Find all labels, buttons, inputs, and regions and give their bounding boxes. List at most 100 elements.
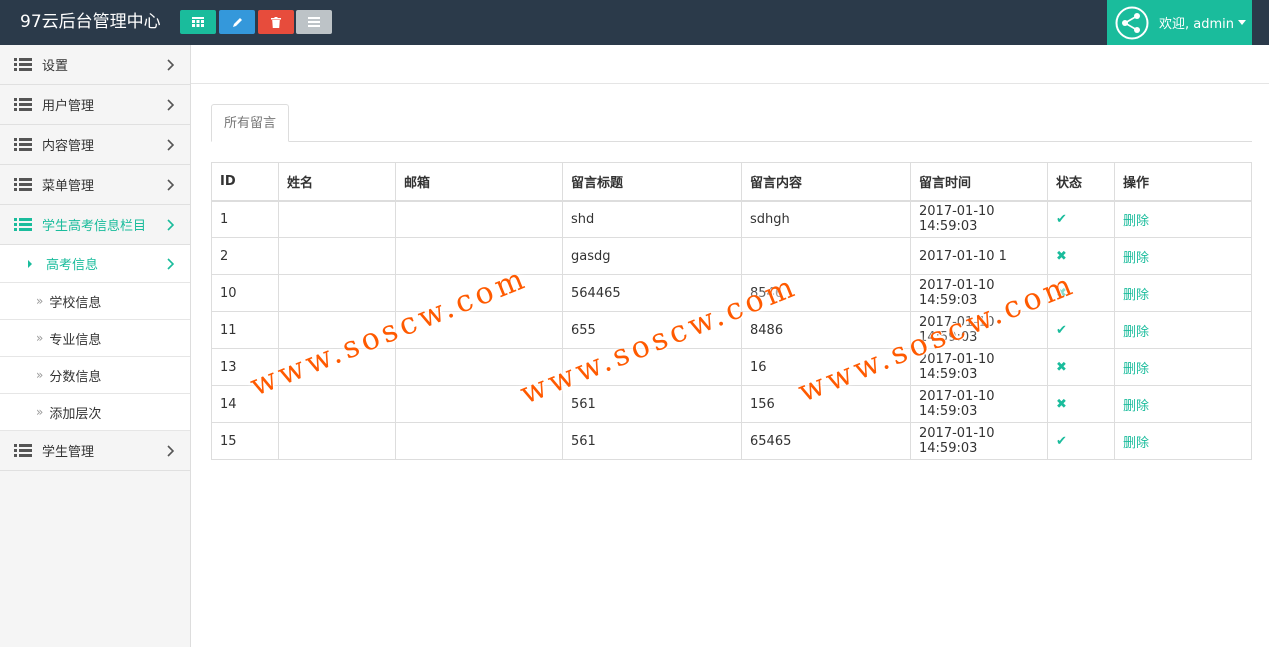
check-icon: ✔ <box>1056 433 1067 449</box>
delete-link[interactable]: 删除 <box>1114 200 1252 238</box>
sidebar-item-students[interactable]: 学生管理 <box>0 431 190 471</box>
cell-name <box>278 348 396 386</box>
cell-name <box>278 237 396 275</box>
sidebar-item-settings[interactable]: 设置 <box>0 45 190 85</box>
cell-content: 8546 <box>741 274 911 312</box>
cell-status: ✔ <box>1047 311 1115 349</box>
toolbar-table-button[interactable] <box>180 10 216 34</box>
cell-title: gasdg <box>562 237 742 275</box>
cell-id: 10 <box>211 274 279 312</box>
cell-name <box>278 274 396 312</box>
double-chevron-icon: » <box>36 405 44 419</box>
column-header: 留言时间 <box>910 162 1048 202</box>
cell-name <box>278 385 396 423</box>
sidebar-subitem-label: 高考信息 <box>46 258 99 273</box>
delete-link[interactable]: 删除 <box>1114 311 1252 349</box>
delete-link[interactable]: 删除 <box>1114 348 1252 386</box>
delete-link[interactable]: 删除 <box>1114 274 1252 312</box>
list-icon <box>308 17 320 27</box>
table-header-row: ID 姓名 邮箱 留言标题 留言内容 留言时间 状态 操作 <box>211 162 1252 202</box>
sidebar-item-content[interactable]: 内容管理 <box>0 125 190 165</box>
toolbar-edit-button[interactable] <box>219 10 255 34</box>
cell-id: 1 <box>211 200 279 238</box>
cell-id: 2 <box>211 237 279 275</box>
cell-email <box>395 311 563 349</box>
sidebar-subitem-major[interactable]: » 专业信息 <box>0 320 190 357</box>
cell-status: ✔ <box>1047 200 1115 238</box>
trash-icon <box>271 16 281 28</box>
cell-email <box>395 385 563 423</box>
chevron-right-icon <box>167 59 174 71</box>
sidebar: 设置 用户管理 内容管理 菜单管理 学生高考信息栏目 高考信息 » 学校信息 »… <box>0 45 191 647</box>
sidebar-subitem-label: 添加层次 <box>49 406 102 422</box>
chevron-right-icon <box>167 179 174 191</box>
table-row: 13 16 2017-01-10 14:59:03 ✖ 删除 <box>211 348 1252 386</box>
column-header: 留言标题 <box>562 162 742 202</box>
cell-content: 16 <box>741 348 911 386</box>
cell-title: 561 <box>562 422 742 460</box>
check-icon: ✔ <box>1056 211 1067 227</box>
cell-email <box>395 422 563 460</box>
table-row: 14 561 156 2017-01-10 14:59:03 ✖ 删除 <box>211 385 1252 423</box>
sidebar-item-users[interactable]: 用户管理 <box>0 85 190 125</box>
cell-title <box>562 348 742 386</box>
cell-time: 2017-01-10 14:59:03 <box>910 274 1048 312</box>
cell-email <box>395 237 563 275</box>
tab-bar: 所有留言 <box>211 104 1252 142</box>
user-menu[interactable]: 欢迎, admin <box>1107 0 1252 45</box>
cell-time: 2017-01-10 14:59:03 <box>910 311 1048 349</box>
tab-all-messages[interactable]: 所有留言 <box>211 104 290 142</box>
cell-content: sdhgh <box>741 200 911 238</box>
sidebar-item-label: 内容管理 <box>42 139 95 154</box>
sidebar-item-exam-info[interactable]: 学生高考信息栏目 <box>0 205 190 245</box>
sidebar-subitem-label: 学校信息 <box>49 295 102 311</box>
chevron-right-icon <box>167 99 174 111</box>
cross-icon: ✖ <box>1056 396 1067 412</box>
sidebar-item-label: 菜单管理 <box>42 179 95 194</box>
cell-time: 2017-01-10 14:59:03 <box>910 385 1048 423</box>
pencil-icon <box>232 17 242 27</box>
cell-id: 11 <box>211 311 279 349</box>
app-title: 97云后台管理中心 <box>20 12 161 32</box>
content-divider <box>191 83 1269 84</box>
cell-content: 65465 <box>741 422 911 460</box>
cell-status: ✖ <box>1047 274 1115 312</box>
cell-title: shd <box>562 200 742 238</box>
list-icon <box>14 444 32 457</box>
table-row: 10 564465 8546 2017-01-10 14:59:03 ✖ 删除 <box>211 274 1252 312</box>
chevron-right-icon <box>167 258 174 270</box>
cell-title: 561 <box>562 385 742 423</box>
cell-title: 564465 <box>562 274 742 312</box>
cell-id: 15 <box>211 422 279 460</box>
delete-link[interactable]: 删除 <box>1114 422 1252 460</box>
cell-status: ✖ <box>1047 237 1115 275</box>
delete-link[interactable]: 删除 <box>1114 237 1252 275</box>
cell-id: 14 <box>211 385 279 423</box>
chevron-right-icon <box>167 219 174 231</box>
sidebar-subitem-exam[interactable]: 高考信息 <box>0 245 190 283</box>
sidebar-item-label: 设置 <box>42 59 69 74</box>
sidebar-subitem-label: 分数信息 <box>49 369 102 385</box>
list-icon <box>14 58 32 71</box>
cell-time: 2017-01-10 14:59:03 <box>910 348 1048 386</box>
sidebar-subitem-add-level[interactable]: » 添加层次 <box>0 394 190 431</box>
sidebar-subitem-score[interactable]: » 分数信息 <box>0 357 190 394</box>
cell-title: 655 <box>562 311 742 349</box>
cell-content: 156 <box>741 385 911 423</box>
delete-link[interactable]: 删除 <box>1114 385 1252 423</box>
sidebar-item-menus[interactable]: 菜单管理 <box>0 165 190 205</box>
list-icon <box>14 178 32 191</box>
toolbar-list-button[interactable] <box>296 10 332 34</box>
list-icon <box>14 138 32 151</box>
cell-status: ✖ <box>1047 348 1115 386</box>
list-icon <box>14 98 32 111</box>
sidebar-subitem-school[interactable]: » 学校信息 <box>0 283 190 320</box>
cell-status: ✔ <box>1047 422 1115 460</box>
cell-email <box>395 200 563 238</box>
cell-email <box>395 274 563 312</box>
caret-right-icon <box>28 259 32 268</box>
toolbar-delete-button[interactable] <box>258 10 294 34</box>
sidebar-item-label: 学生管理 <box>42 445 95 460</box>
cell-email <box>395 348 563 386</box>
column-header: 邮箱 <box>395 162 563 202</box>
